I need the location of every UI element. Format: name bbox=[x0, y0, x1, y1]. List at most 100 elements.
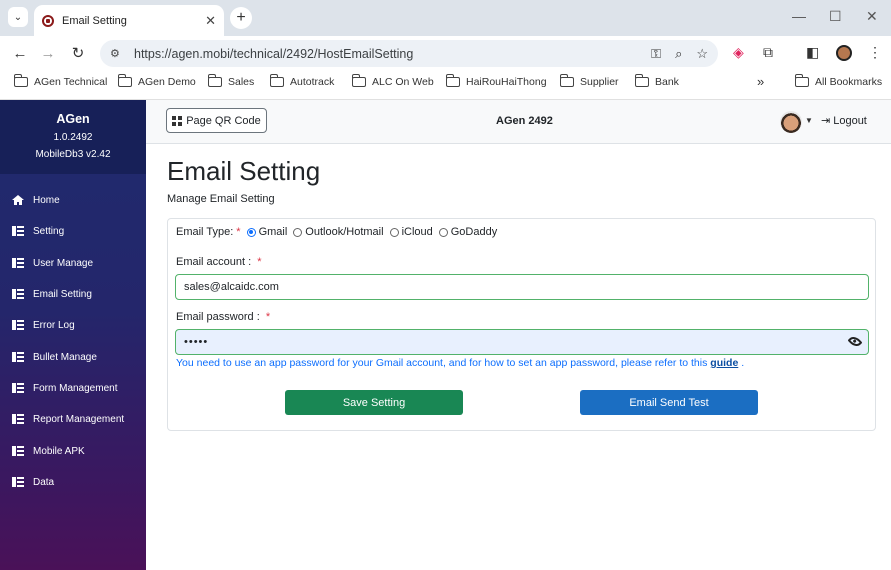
bookmark-item[interactable]: Autotrack bbox=[269, 74, 334, 88]
save-setting-button[interactable]: Save Setting bbox=[285, 390, 463, 415]
sidebar: AGen 1.0.2492 MobileDb3 v2.42 Home Setti… bbox=[0, 100, 146, 570]
email-type-label: Email Type: bbox=[176, 226, 234, 238]
sidebar-item-bullet-manage[interactable]: Bullet Manage bbox=[0, 346, 146, 368]
page-title: Email Setting bbox=[167, 156, 321, 186]
radio-unchecked-icon[interactable] bbox=[293, 227, 303, 237]
radio-unchecked-icon[interactable] bbox=[389, 227, 399, 237]
window-close-icon[interactable]: ✕ bbox=[866, 8, 878, 25]
sidebar-item-data[interactable]: Data bbox=[0, 471, 146, 493]
browser-tab-active[interactable]: Email Setting ✕ bbox=[34, 5, 224, 36]
list-icon bbox=[12, 226, 24, 236]
app-name: AGen bbox=[56, 112, 90, 126]
page-qr-code-button[interactable]: Page QR Code bbox=[166, 108, 267, 133]
sidebar-item-user-manage[interactable]: User Manage bbox=[0, 252, 146, 274]
close-icon[interactable]: ✕ bbox=[205, 13, 216, 29]
zoom-icon[interactable]: ⌕ bbox=[675, 46, 682, 62]
tab-title: Email Setting bbox=[62, 14, 127, 27]
app-header-title: AGen 2492 bbox=[496, 115, 553, 127]
back-arrow-icon[interactable]: ← bbox=[10, 43, 30, 63]
bookmark-item[interactable]: Bank bbox=[634, 74, 679, 88]
forward-arrow-icon[interactable]: → bbox=[38, 43, 58, 63]
folder-icon bbox=[207, 74, 222, 87]
radio-outlook[interactable]: Outlook/Hotmail bbox=[293, 226, 384, 238]
email-password-input[interactable]: ••••• bbox=[175, 329, 869, 355]
chevron-down-icon: ⌄ bbox=[13, 11, 23, 23]
caret-down-icon[interactable]: ▼ bbox=[805, 116, 813, 125]
radio-gmail[interactable]: Gmail bbox=[246, 226, 287, 238]
reload-icon[interactable]: ↻ bbox=[68, 43, 88, 63]
url-text[interactable]: https://agen.mobi/technical/2492/HostEma… bbox=[134, 47, 637, 61]
email-account-label: Email account : * bbox=[176, 256, 262, 268]
guide-link[interactable]: guide bbox=[710, 357, 738, 369]
list-icon bbox=[12, 320, 24, 330]
email-send-test-button[interactable]: Email Send Test bbox=[580, 390, 758, 415]
sidebar-item-error-log[interactable]: Error Log bbox=[0, 314, 146, 336]
list-icon bbox=[12, 289, 24, 299]
list-icon bbox=[12, 477, 24, 487]
extensions-puzzle-icon[interactable]: ⧉ bbox=[763, 44, 773, 61]
folder-icon bbox=[269, 74, 284, 87]
extension-red-icon[interactable]: ◈ bbox=[733, 44, 744, 61]
email-account-input[interactable]: sales@alcaidc.com bbox=[175, 274, 869, 300]
sidebar-item-home[interactable]: Home bbox=[0, 189, 146, 211]
home-icon bbox=[12, 195, 24, 205]
db-version: MobileDb3 v2.42 bbox=[35, 149, 111, 160]
folder-icon bbox=[445, 74, 460, 87]
radio-checked-icon[interactable] bbox=[246, 227, 256, 237]
folder-icon bbox=[351, 74, 366, 87]
list-icon bbox=[12, 258, 24, 268]
more-vert-icon[interactable]: ⋮ bbox=[868, 44, 882, 61]
folder-icon bbox=[794, 74, 809, 87]
qr-code-icon bbox=[172, 115, 183, 126]
bookmark-item[interactable]: AGen Technical bbox=[13, 74, 107, 88]
folder-icon bbox=[634, 74, 649, 87]
tab-search-button[interactable]: ⌄ bbox=[8, 7, 28, 27]
bookmark-item[interactable]: HaiRouHaiThong bbox=[445, 74, 547, 88]
list-icon bbox=[12, 446, 24, 456]
minimize-icon[interactable]: — bbox=[792, 8, 806, 24]
radio-godaddy[interactable]: GoDaddy bbox=[438, 226, 497, 238]
address-bar[interactable]: ⚙ https://agen.mobi/technical/2492/HostE… bbox=[100, 40, 718, 67]
browser-toolbar: ← → ↻ ⚙ https://agen.mobi/technical/2492… bbox=[0, 36, 891, 70]
logout-icon: ⇥ bbox=[821, 115, 831, 127]
sidebar-item-setting[interactable]: Setting bbox=[0, 220, 146, 242]
folder-icon bbox=[559, 74, 574, 87]
site-settings-icon[interactable]: ⚙ bbox=[110, 47, 124, 60]
bookmark-item[interactable]: ALC On Web bbox=[351, 74, 434, 88]
app-password-hint: You need to use an app password for your… bbox=[176, 357, 745, 369]
bookmark-item[interactable]: AGen Demo bbox=[117, 74, 196, 88]
all-bookmarks[interactable]: All Bookmarks bbox=[794, 74, 882, 88]
bookmarks-bar: AGen Technical AGen Demo Sales Autotrack… bbox=[0, 70, 891, 100]
radio-unchecked-icon[interactable] bbox=[438, 227, 448, 237]
list-icon bbox=[12, 352, 24, 362]
radio-icloud[interactable]: iCloud bbox=[389, 226, 433, 238]
user-avatar[interactable] bbox=[780, 111, 802, 133]
eye-icon[interactable] bbox=[847, 334, 863, 349]
email-password-label: Email password : * bbox=[176, 311, 271, 323]
sidebar-header: AGen 1.0.2492 MobileDb3 v2.42 bbox=[0, 100, 146, 174]
bookmarks-overflow-button[interactable]: » bbox=[757, 74, 764, 89]
app-version: 1.0.2492 bbox=[53, 132, 93, 143]
site-favicon-icon bbox=[42, 14, 54, 27]
profile-avatar[interactable] bbox=[836, 45, 852, 61]
star-icon[interactable]: ☆ bbox=[696, 46, 708, 62]
side-panel-icon[interactable]: ◧ bbox=[806, 44, 819, 61]
sidebar-item-mobile-apk[interactable]: Mobile APK bbox=[0, 440, 146, 462]
browser-titlebar: ⌄ Email Setting ✕ + — ☐ ✕ bbox=[0, 0, 891, 36]
folder-icon bbox=[117, 74, 132, 87]
new-tab-button[interactable]: + bbox=[230, 7, 252, 29]
folder-icon bbox=[13, 74, 28, 87]
required-mark: * bbox=[236, 226, 241, 238]
sidebar-item-form-management[interactable]: Form Management bbox=[0, 377, 146, 399]
email-setting-card: Email Type: * Gmail Outlook/Hotmail iClo… bbox=[167, 218, 876, 431]
email-type-row: Email Type: * Gmail Outlook/Hotmail iClo… bbox=[176, 226, 503, 238]
sidebar-item-email-setting[interactable]: Email Setting bbox=[0, 283, 146, 305]
maximize-icon[interactable]: ☐ bbox=[829, 8, 842, 25]
sidebar-item-report-management[interactable]: Report Management bbox=[0, 408, 146, 430]
key-icon[interactable]: ⚿ bbox=[651, 46, 661, 62]
logout-button[interactable]: ⇥ Logout bbox=[821, 114, 867, 128]
bookmark-item[interactable]: Sales bbox=[207, 74, 254, 88]
bookmark-item[interactable]: Supplier bbox=[559, 74, 619, 88]
list-icon bbox=[12, 383, 24, 393]
plus-icon: + bbox=[236, 9, 246, 26]
